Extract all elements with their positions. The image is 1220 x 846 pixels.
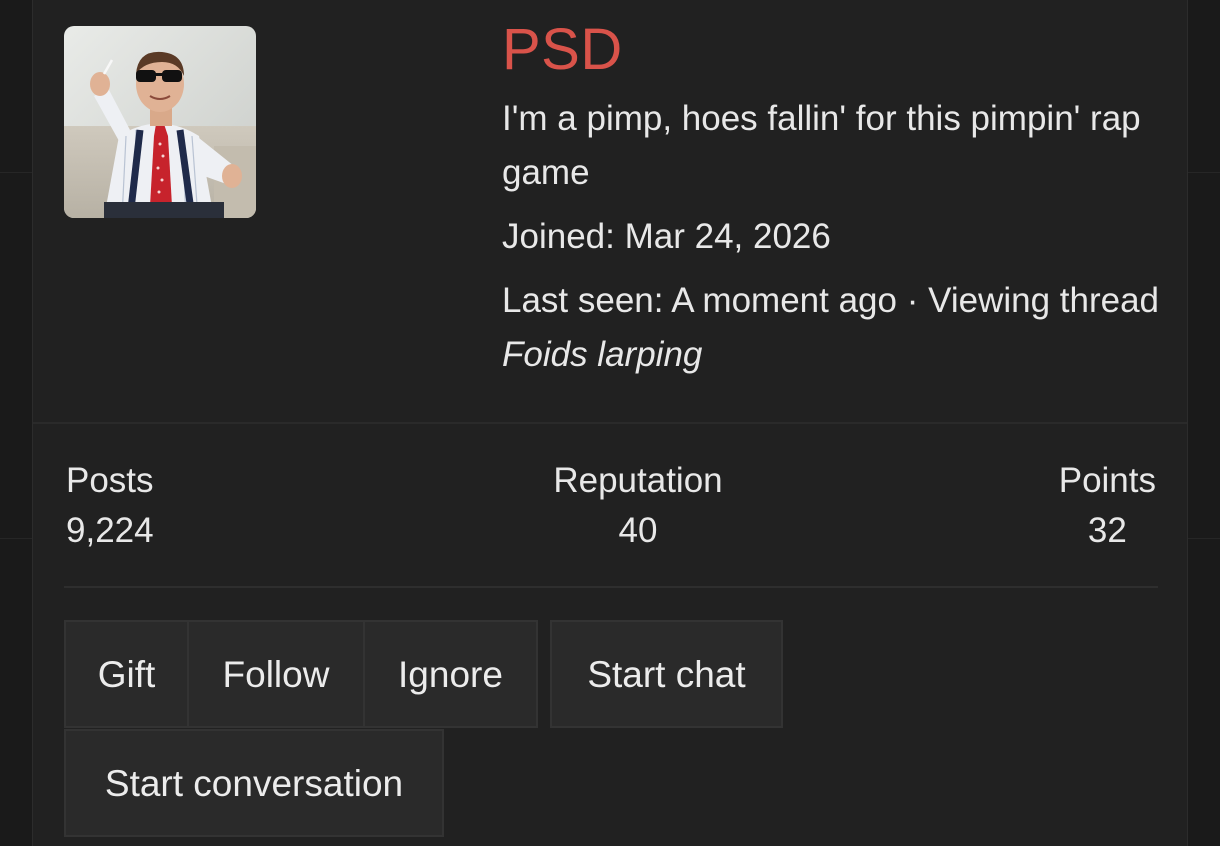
joined-date: Joined: Mar 24, 2026 [502, 210, 1162, 264]
joined-value: Mar 24, 2026 [624, 217, 831, 256]
gift-button[interactable]: Gift [64, 620, 189, 728]
stat-points-label: Points [1058, 461, 1156, 500]
joined-label: Joined: [502, 217, 615, 256]
last-seen-value: A moment ago [671, 281, 897, 320]
ignore-button[interactable]: Ignore [363, 620, 538, 728]
user-bio: I'm a pimp, hoes fallin' for this pimpin… [502, 99, 1141, 192]
user-stats: Posts 9,224 Reputation 40 Points 32 [64, 456, 1158, 588]
profile-card: PSD I'm a pimp, hoes fallin' for this pi… [32, 0, 1188, 846]
stat-posts-value: 9,224 [66, 511, 154, 550]
stat-points-value: 32 [1087, 511, 1127, 550]
follow-button[interactable]: Follow [187, 620, 365, 728]
username[interactable]: PSD [502, 14, 1162, 86]
last-seen-label: Last seen: [502, 281, 664, 320]
stat-posts-label: Posts [66, 461, 154, 500]
stat-reputation-label: Reputation [553, 461, 723, 500]
stat-reputation-value: 40 [618, 511, 658, 550]
profile-header: PSD I'm a pimp, hoes fallin' for this pi… [33, 0, 1187, 424]
start-conversation-button[interactable]: Start conversation [64, 729, 444, 837]
separator: · [906, 281, 919, 320]
profile-info: PSD I'm a pimp, hoes fallin' for this pi… [502, 14, 1162, 382]
start-chat-button[interactable]: Start chat [550, 620, 783, 728]
last-seen: Last seen: A moment ago · Viewing thread… [502, 274, 1162, 382]
avatar-image [64, 26, 256, 218]
stat-reputation[interactable]: Reputation 40 [552, 456, 724, 556]
profile-page: PSD I'm a pimp, hoes fallin' for this pi… [0, 0, 1220, 846]
stat-posts[interactable]: Posts 9,224 [66, 456, 154, 556]
avatar[interactable] [64, 26, 256, 218]
activity-thread-link[interactable]: Foids larping [502, 335, 702, 374]
activity-prefix: Viewing thread [928, 281, 1160, 320]
stat-points[interactable]: Points 32 [1059, 456, 1156, 556]
